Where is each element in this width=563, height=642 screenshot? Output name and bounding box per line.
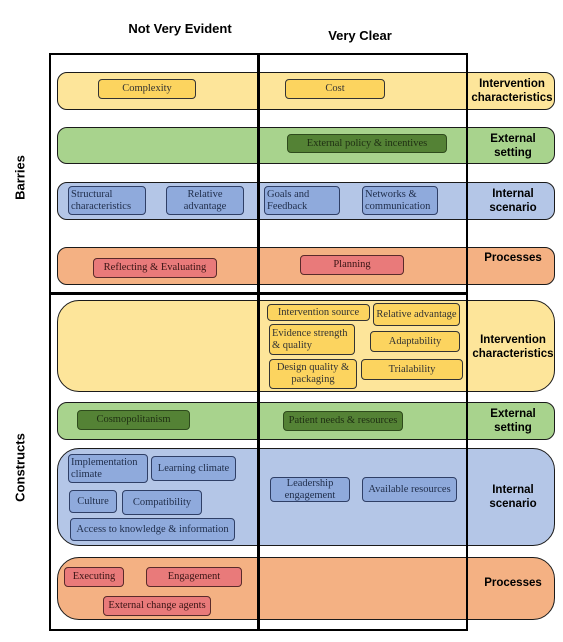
constructs-processes-label: Processes bbox=[484, 577, 542, 589]
section-label-constructs: Constructs bbox=[12, 433, 28, 502]
section-label-barriers: Barries bbox=[12, 155, 28, 200]
barriers-intervention-label: Intervention characteristics bbox=[471, 78, 553, 104]
column-header-very-clear: Very Clear bbox=[328, 28, 392, 43]
section-divider bbox=[49, 292, 468, 295]
barriers-internal-label: Internal scenario bbox=[489, 188, 537, 214]
barriers-processes-label: Processes bbox=[484, 252, 542, 264]
constructs-external-label: External setting bbox=[490, 408, 536, 434]
constructs-intervention-label: Intervention characteristics bbox=[472, 334, 554, 360]
barriers-external-label: External setting bbox=[490, 133, 536, 159]
column-divider bbox=[257, 53, 260, 631]
constructs-internal-label: Internal scenario bbox=[489, 484, 537, 510]
column-header-not-very-evident: Not Very Evident bbox=[128, 21, 232, 36]
